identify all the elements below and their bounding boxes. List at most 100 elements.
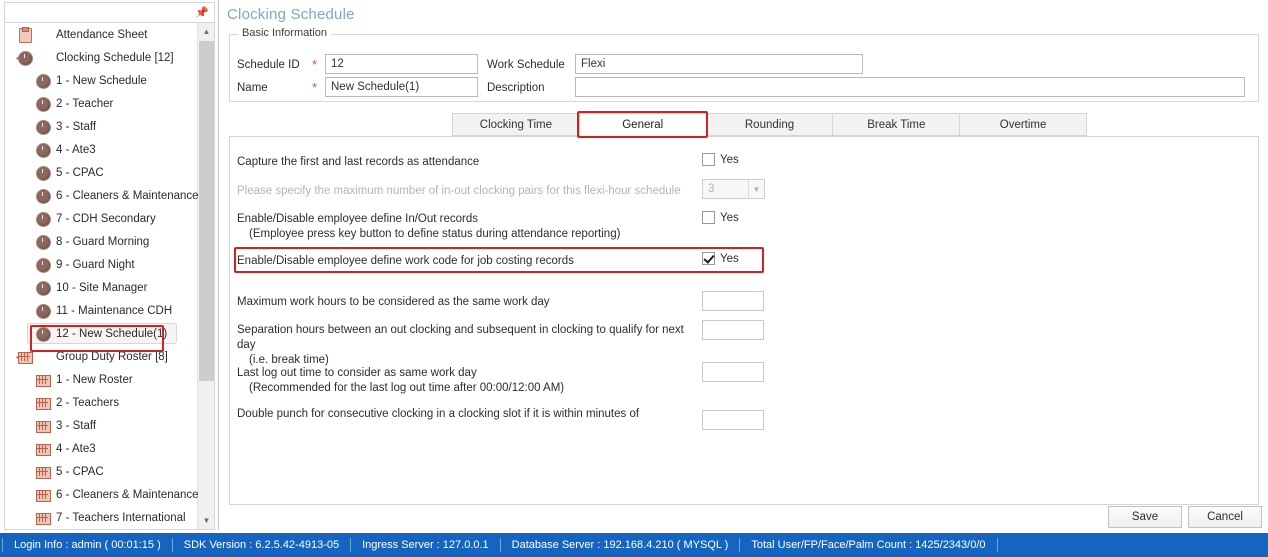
tree-item-6-cleaners-maintenance[interactable]: 6 - Cleaners & Maintenance	[5, 483, 198, 506]
tab-label: Clocking Time	[479, 118, 552, 131]
tree-item-label: Clocking Schedule [12]	[56, 51, 174, 64]
name-input[interactable]: New Schedule(1)	[325, 77, 478, 97]
tab-label: Break Time	[867, 118, 926, 131]
checkbox-box[interactable]	[702, 153, 715, 166]
clock-icon	[35, 326, 51, 342]
capture-records-checkbox[interactable]: Yes	[702, 153, 739, 166]
status-segment-3: Database Server : 192.168.4.210 ( MYSQL …	[501, 538, 741, 552]
tab-general[interactable]: General	[579, 113, 707, 136]
status-segment-4: Total User/FP/Face/Palm Count : 1425/234…	[740, 538, 998, 552]
tab-overtime[interactable]: Overtime	[960, 113, 1087, 136]
work-schedule-input[interactable]: Flexi	[575, 54, 863, 74]
cancel-button[interactable]: Cancel	[1188, 506, 1262, 528]
tree-item-1-new-roster[interactable]: 1 - New Roster	[5, 368, 198, 391]
tree-item-label: 4 - Ate3	[56, 143, 96, 156]
clock-icon	[35, 165, 51, 181]
tree-item-7-cdh-secondary[interactable]: 7 - CDH Secondary	[5, 207, 198, 230]
status-segment-2: Ingress Server : 127.0.0.1	[351, 538, 501, 552]
tree-item-3-staff[interactable]: 3 - Staff	[5, 115, 198, 138]
work-code-checkbox[interactable]: Yes	[702, 252, 739, 265]
tab-rounding[interactable]: Rounding	[706, 113, 834, 136]
roster-icon	[35, 487, 51, 502]
tree-item-clocking-schedule-12[interactable]: Clocking Schedule [12]	[5, 46, 198, 69]
tree-item-label: 11 - Maintenance CDH	[56, 304, 173, 317]
define-inout-checkbox[interactable]: Yes	[702, 211, 739, 224]
checkbox-label: Yes	[720, 153, 739, 166]
clock-icon	[35, 234, 51, 250]
option-label-define-inout: Enable/Disable employee define In/Out re…	[237, 212, 697, 242]
navigation-tree-panel: Attendance Sheet Clocking Schedule [12] 1 …	[4, 22, 215, 530]
save-button[interactable]: Save	[1108, 506, 1182, 528]
status-segment-1: SDK Version : 6.2.5.42-4913-05	[173, 538, 352, 552]
tree-item-label: 7 - CDH Secondary	[56, 212, 156, 225]
tree-item-3-staff[interactable]: 3 - Staff	[5, 414, 198, 437]
tree-item-label: 3 - Staff	[56, 419, 97, 432]
field-main-text: Last log out time to consider as same wo…	[237, 367, 477, 379]
option-label-flexi-pairs: Please specify the maximum number of in-…	[237, 185, 681, 197]
tree-item-5-cpac[interactable]: 5 - CPAC	[5, 460, 198, 483]
last-logout-input[interactable]	[702, 362, 764, 382]
scrollbar-thumb[interactable]	[199, 41, 214, 381]
tree-item-10-site-manager[interactable]: 10 - Site Manager	[5, 276, 198, 299]
clock-icon	[35, 96, 51, 112]
tree-item-label: 3 - Staff	[56, 120, 97, 133]
combobox-value: 3	[708, 183, 715, 195]
sidebar-scrollbar[interactable]: ▲ ▼	[197, 23, 214, 529]
field-label-separation-hours: Separation hours between an out clocking…	[237, 323, 697, 368]
flexi-pairs-combobox[interactable]: 3 ▼	[702, 179, 765, 199]
tree-item-6-cleaners-maintenance[interactable]: 6 - Cleaners & Maintenance	[5, 184, 198, 207]
double-punch-input[interactable]	[702, 410, 764, 430]
tree-item-1-new-schedule[interactable]: 1 - New Schedule	[5, 69, 198, 92]
tree-item-2-teacher[interactable]: 2 - Teacher	[5, 92, 198, 115]
clock-icon	[35, 211, 51, 227]
tree-item-8-guard-morning[interactable]: 8 - Guard Morning	[5, 230, 198, 253]
tab-break-time[interactable]: Break Time	[833, 113, 961, 136]
tree-item-11-maintenance-cdh[interactable]: 11 - Maintenance CDH	[5, 299, 198, 322]
checkbox-label: Yes	[720, 252, 739, 265]
roster-icon	[35, 464, 51, 479]
option-sub-text: (Employee press key button to define sta…	[249, 228, 621, 240]
field-label-max-work-hours: Maximum work hours to be considered as t…	[237, 296, 550, 308]
tab-label: General	[622, 118, 664, 131]
pin-icon[interactable]: 📌	[195, 7, 209, 20]
tree-item-label: 1 - New Schedule	[56, 74, 147, 87]
clock-icon	[35, 303, 51, 319]
max-work-hours-input[interactable]	[702, 291, 764, 311]
clock-icon	[35, 73, 51, 89]
navigation-tree[interactable]: Attendance Sheet Clocking Schedule [12] 1 …	[5, 23, 198, 529]
schedule-id-input[interactable]: 12	[325, 54, 478, 74]
tab-clocking-time[interactable]: Clocking Time	[452, 113, 580, 136]
tree-item-label: 5 - CPAC	[56, 465, 104, 478]
clock-icon	[35, 280, 51, 296]
tab-strip[interactable]: Clocking Time General Rounding Break Time Ov…	[452, 113, 1087, 136]
tree-item-7-teachers-international[interactable]: 7 - Teachers International	[5, 506, 198, 529]
tree-item-4-ate3[interactable]: 4 - Ate3	[5, 138, 198, 161]
tree-item-9-guard-night[interactable]: 9 - Guard Night	[5, 253, 198, 276]
tree-item-group-duty-roster-8[interactable]: Group Duty Roster [8]	[5, 345, 198, 368]
checkbox-box[interactable]	[702, 252, 715, 265]
description-input[interactable]	[575, 77, 1245, 97]
tree-item-label: 2 - Teachers	[56, 396, 120, 409]
option-label-work-code: Enable/Disable employee define work code…	[237, 255, 574, 267]
tree-item-label: 10 - Site Manager	[56, 281, 148, 294]
schedule-id-label: Schedule ID	[237, 59, 300, 71]
status-segment-0: Login Info : admin ( 00:01:15 )	[2, 538, 173, 552]
chevron-down-icon[interactable]: ▼	[748, 180, 764, 198]
scroll-up-button[interactable]: ▲	[198, 23, 214, 40]
sidebar-header: 📌	[4, 2, 215, 22]
name-required-marker: *	[312, 80, 318, 95]
checkbox-box[interactable]	[702, 211, 715, 224]
clock-icon	[17, 50, 33, 66]
description-label: Description	[487, 82, 545, 94]
roster-icon	[35, 510, 51, 525]
name-label: Name	[237, 82, 268, 94]
tree-item-attendance-sheet[interactable]: Attendance Sheet	[5, 23, 198, 46]
scroll-down-button[interactable]: ▼	[198, 512, 214, 529]
tree-item-12-new-schedule-1[interactable]: 12 - New Schedule(1)	[5, 322, 198, 345]
separation-hours-input[interactable]	[702, 320, 764, 340]
tree-item-2-teachers[interactable]: 2 - Teachers	[5, 391, 198, 414]
tab-label: Rounding	[744, 118, 795, 131]
tree-item-5-cpac[interactable]: 5 - CPAC	[5, 161, 198, 184]
page-title: Clocking Schedule	[227, 6, 355, 23]
tree-item-4-ate3[interactable]: 4 - Ate3	[5, 437, 198, 460]
